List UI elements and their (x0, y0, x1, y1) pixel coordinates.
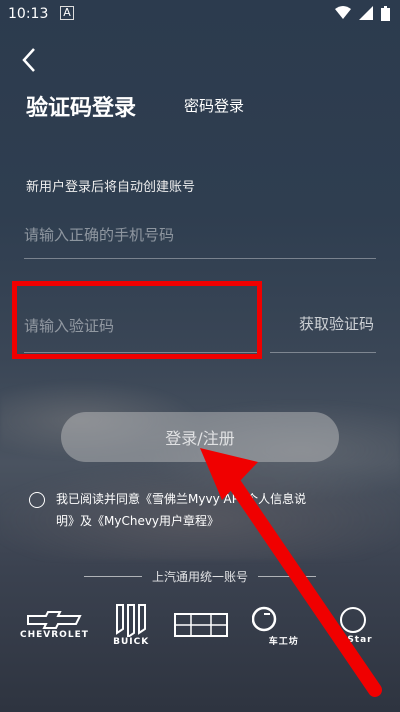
onstar-logo-icon (339, 607, 366, 633)
chevrolet-logo-icon (27, 611, 83, 629)
get-code-field: 获取验证码 (270, 300, 376, 353)
brand-label-buick: BUICK (113, 637, 150, 647)
tab-password-login[interactable]: 密码登录 (184, 95, 244, 116)
get-code-button[interactable]: 获取验证码 (299, 313, 374, 334)
brand-cadillac[interactable] (173, 610, 229, 640)
status-time: 10:13 (8, 6, 49, 22)
phone-input[interactable] (24, 212, 376, 259)
cadillac-logo-icon (174, 613, 229, 637)
annotation-highlight-box (12, 281, 262, 359)
agreement-checkbox[interactable] (29, 492, 45, 508)
brand-chegongfang[interactable]: 车工坊 (251, 604, 316, 647)
brand-label-chegongfang: 车工坊 (268, 636, 299, 647)
brand-onstar[interactable]: Star (338, 605, 382, 645)
brand-buick[interactable]: BUICK (111, 603, 151, 647)
signal-icon (359, 6, 373, 20)
account-divider: 上汽通用统一账号 (84, 568, 317, 585)
agreement-prefix[interactable]: 我已阅读并同意《雪佛兰My (56, 492, 205, 506)
status-bar: 10:13 A (0, 0, 400, 28)
divider-line-right (258, 576, 317, 577)
brand-label-chevrolet: CHEVROLET (20, 630, 89, 640)
brand-logos: CHEVROLET BUICK 车工坊 Star (20, 598, 382, 652)
status-icons (335, 6, 390, 21)
chegongfang-logo-icon (251, 606, 276, 631)
wifi-icon (335, 6, 351, 19)
agreement-text: 我已阅读并同意《雪佛兰Myvy APP个人信息说明》及《MyChevy用户章程》 (56, 488, 376, 532)
agreement-mid[interactable]: vy APP个人信息说 (205, 492, 306, 506)
chevron-left-icon (22, 48, 35, 72)
battery-icon (381, 6, 390, 21)
login-register-button[interactable]: 登录/注册 (61, 412, 339, 462)
brand-chevrolet[interactable]: CHEVROLET (20, 610, 89, 640)
brand-label-onstar: Star (347, 635, 373, 645)
buick-logo-icon (116, 604, 147, 637)
new-user-hint: 新用户登录后将自动创建账号 (26, 180, 196, 195)
sim-icon: A (60, 6, 74, 20)
back-button[interactable] (18, 46, 42, 74)
divider-label: 上汽通用统一账号 (152, 570, 249, 584)
agreement-suffix[interactable]: 明》及《MyChevy用户章程》 (56, 514, 219, 528)
tab-sms-login[interactable]: 验证码登录 (26, 90, 136, 122)
divider-line-left (84, 576, 142, 577)
